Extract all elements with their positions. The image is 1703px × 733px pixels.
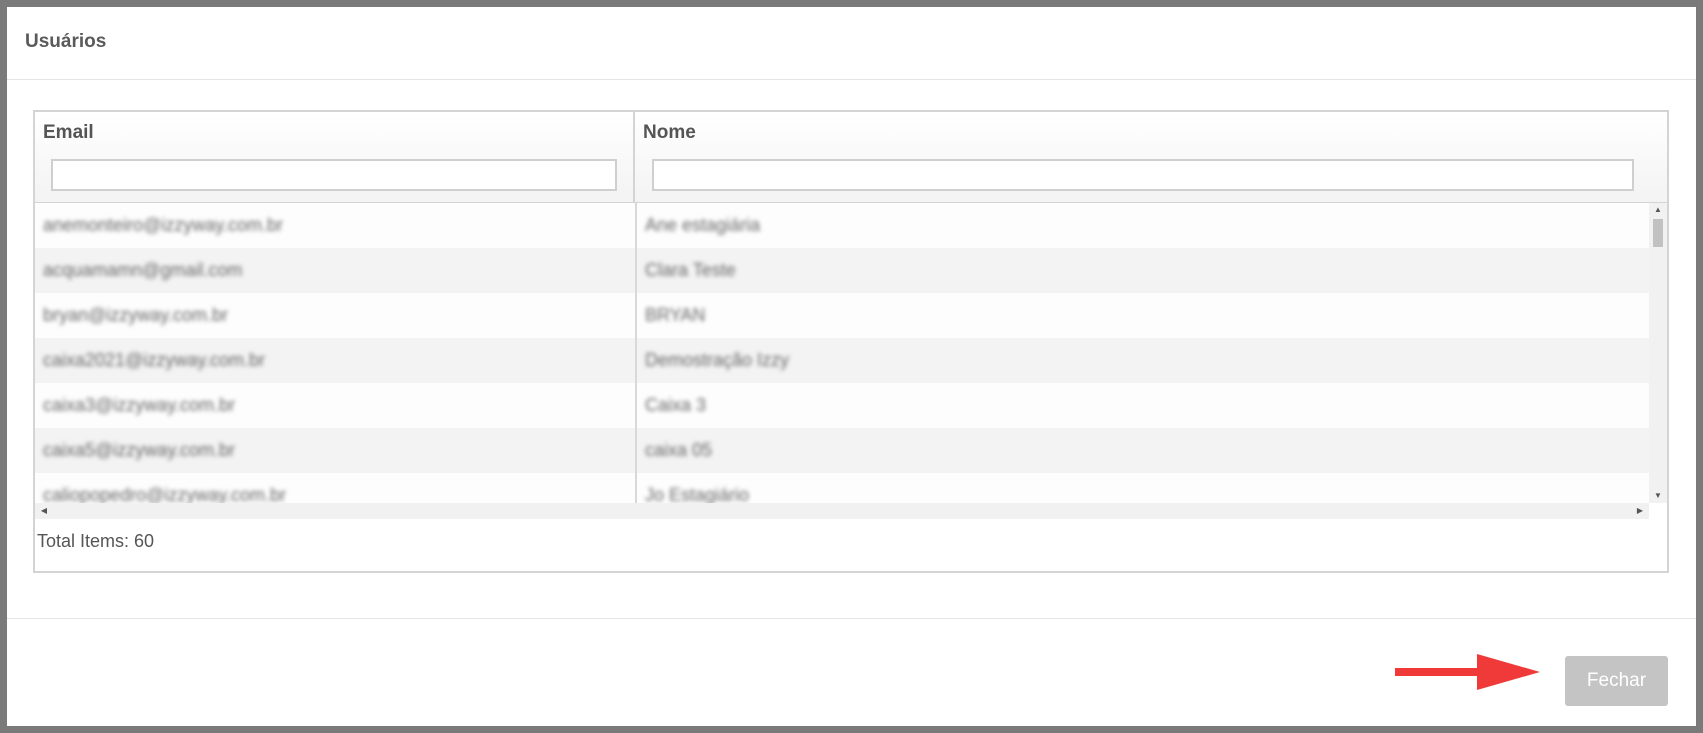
vertical-scroll-thumb[interactable] xyxy=(1653,219,1663,247)
caret-up-icon[interactable]: ▲ xyxy=(1649,203,1667,217)
email-cell: caixa5@izzyway.com.br xyxy=(43,440,235,460)
table-row[interactable]: anemonteiro@izzyway.com.br Ane estagiári… xyxy=(35,203,1649,248)
column-header-email[interactable]: Email xyxy=(35,112,635,202)
users-modal: Usuários Email Nome anemonteiro@izzyway.… xyxy=(7,7,1696,726)
nome-cell: Clara Teste xyxy=(645,260,736,280)
vertical-scrollbar[interactable]: ▲ ▼ xyxy=(1649,203,1667,503)
nome-cell: BRYAN xyxy=(645,305,706,325)
email-cell: bryan@izzyway.com.br xyxy=(43,305,228,325)
nome-cell: Demostração Izzy xyxy=(645,350,790,370)
modal-footer: Fechar xyxy=(7,618,1696,726)
column-divider[interactable] xyxy=(635,203,637,503)
nome-cell: Ane estagiária xyxy=(645,215,761,235)
grid-header: Email Nome xyxy=(35,112,1667,203)
nome-cell: Jo Estagiário xyxy=(645,485,750,503)
total-items: Total Items: 60 xyxy=(37,531,155,551)
table-row[interactable]: caixa5@izzyway.com.br caixa 05 xyxy=(35,428,1649,473)
horizontal-scrollbar[interactable]: ◀ ▶ xyxy=(35,503,1649,519)
nome-filter-input[interactable] xyxy=(652,159,1634,191)
close-button[interactable]: Fechar xyxy=(1565,656,1668,706)
column-header-email-label: Email xyxy=(43,122,94,143)
red-arrow-icon xyxy=(1395,654,1540,690)
table-row[interactable]: bryan@izzyway.com.br BRYAN xyxy=(35,293,1649,338)
email-cell: caixa3@izzyway.com.br xyxy=(43,395,235,415)
column-header-nome-label: Nome xyxy=(643,122,696,143)
email-cell: acquamamn@gmail.com xyxy=(43,260,243,280)
column-header-nome[interactable]: Nome xyxy=(635,112,1667,202)
table-row[interactable]: caixa3@izzyway.com.br Caixa 3 xyxy=(35,383,1649,428)
nome-cell: caixa 05 xyxy=(645,440,713,460)
email-filter-input[interactable] xyxy=(51,159,617,191)
caret-right-icon[interactable]: ▶ xyxy=(1633,503,1647,519)
table-row[interactable]: acquamamn@gmail.com Clara Teste xyxy=(35,248,1649,293)
grid-footer: Total Items: 60 xyxy=(35,519,1667,571)
caret-left-icon[interactable]: ◀ xyxy=(37,503,51,519)
users-grid: Email Nome anemonteiro@izzyway.com.br An… xyxy=(33,110,1669,573)
email-cell: caixa2021@izzyway.com.br xyxy=(43,350,266,370)
table-row[interactable]: caliopopedro@izzyway.com.br Jo Estagiári… xyxy=(35,473,1649,503)
nome-cell: Caixa 3 xyxy=(645,395,707,415)
modal-title: Usuários xyxy=(25,31,107,52)
table-row[interactable]: caixa2021@izzyway.com.br Demostração Izz… xyxy=(35,338,1649,383)
modal-header: Usuários xyxy=(7,7,1696,80)
email-cell: anemonteiro@izzyway.com.br xyxy=(43,215,284,235)
grid-rows: anemonteiro@izzyway.com.br Ane estagiári… xyxy=(35,203,1649,503)
grid-body[interactable]: anemonteiro@izzyway.com.br Ane estagiári… xyxy=(35,203,1667,503)
caret-down-icon[interactable]: ▼ xyxy=(1649,489,1667,503)
email-cell: caliopopedro@izzyway.com.br xyxy=(43,485,287,503)
